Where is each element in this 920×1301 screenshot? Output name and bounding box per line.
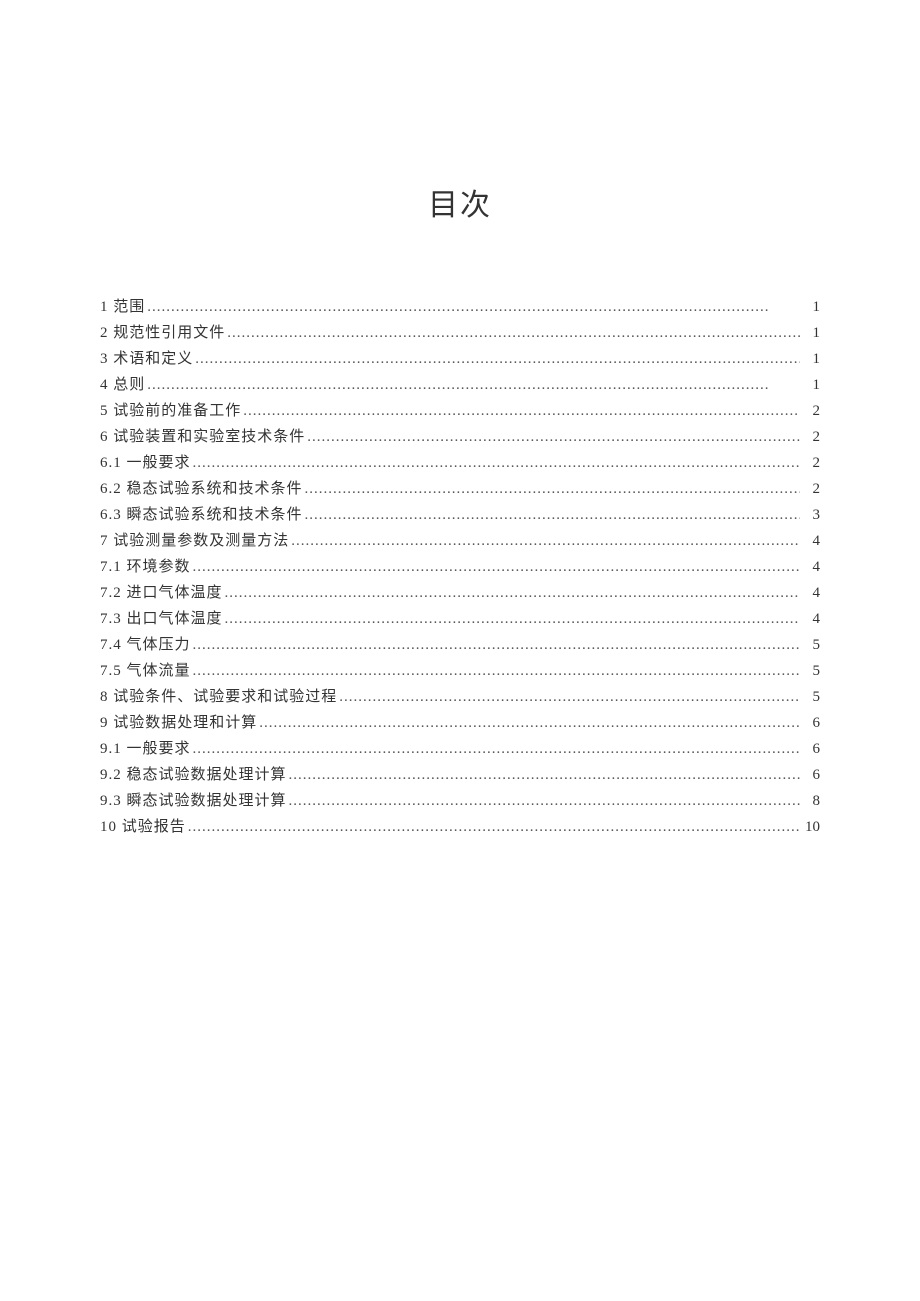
toc-entry: 7.3 出口气体温度 4 (100, 606, 820, 632)
toc-entry-page: 2 (802, 398, 820, 424)
page-title: 目次 (100, 180, 820, 224)
toc-leader-dots (225, 580, 800, 606)
toc-entry-page: 2 (802, 450, 820, 476)
toc-leader-dots (289, 762, 800, 788)
toc-leader-dots (259, 710, 800, 736)
toc-entry-page: 2 (802, 476, 820, 502)
toc-entry: 4 总则 1 (100, 372, 820, 398)
toc-entry-page: 6 (802, 736, 820, 762)
toc-leader-dots (147, 372, 800, 398)
toc-entry: 6.1 一般要求 2 (100, 450, 820, 476)
toc-entry-label: 6.3 瞬态试验系统和技术条件 (100, 502, 303, 528)
toc-entry-label: 7.2 进口气体温度 (100, 580, 223, 606)
toc-leader-dots (307, 424, 800, 450)
toc-entry: 3 术语和定义 1 (100, 346, 820, 372)
toc-entry: 7.1 环境参数 4 (100, 554, 820, 580)
toc-entry: 6 试验装置和实验室技术条件 2 (100, 424, 820, 450)
toc-entry-label: 3 术语和定义 (100, 346, 193, 372)
toc-entry-label: 6.1 一般要求 (100, 450, 191, 476)
toc-leader-dots (147, 294, 800, 320)
toc-entry: 10 试验报告 10 (100, 814, 820, 840)
toc-entry: 6.3 瞬态试验系统和技术条件 3 (100, 502, 820, 528)
toc-entry-label: 9.3 瞬态试验数据处理计算 (100, 788, 287, 814)
toc-entry-page: 1 (802, 346, 820, 372)
toc-leader-dots (193, 658, 800, 684)
toc-entry-label: 1 范围 (100, 294, 145, 320)
toc-entry-page: 5 (802, 632, 820, 658)
toc-entry: 9 试验数据处理和计算 6 (100, 710, 820, 736)
toc-entry-label: 5 试验前的准备工作 (100, 398, 241, 424)
toc-leader-dots (339, 684, 800, 710)
toc-entry-label: 10 试验报告 (100, 814, 186, 840)
toc-leader-dots (193, 554, 800, 580)
toc-entry-page: 4 (802, 606, 820, 632)
toc-entry-page: 10 (802, 814, 820, 840)
toc-leader-dots (289, 788, 800, 814)
toc-entry: 8 试验条件、试验要求和试验过程 5 (100, 684, 820, 710)
toc-entry-page: 4 (802, 528, 820, 554)
toc-entry-page: 4 (802, 554, 820, 580)
toc-entry: 9.3 瞬态试验数据处理计算 8 (100, 788, 820, 814)
toc-entry-label: 7.5 气体流量 (100, 658, 191, 684)
toc-entry-page: 5 (802, 684, 820, 710)
toc-entry-label: 9.2 稳态试验数据处理计算 (100, 762, 287, 788)
toc-entry: 2 规范性引用文件 1 (100, 320, 820, 346)
toc-leader-dots (227, 320, 800, 346)
document-page: 目次 1 范围12 规范性引用文件13 术语和定义14 总则15 试验前的准备工… (0, 0, 920, 1301)
toc-entry-page: 2 (802, 424, 820, 450)
toc-leader-dots (193, 736, 800, 762)
toc-entry-page: 6 (802, 762, 820, 788)
toc-entry-label: 6 试验装置和实验室技术条件 (100, 424, 305, 450)
toc-leader-dots (305, 476, 800, 502)
toc-entry-label: 6.2 稳态试验系统和技术条件 (100, 476, 303, 502)
toc-entry-label: 2 规范性引用文件 (100, 320, 225, 346)
toc-entry: 7.4 气体压力 5 (100, 632, 820, 658)
toc-leader-dots (243, 398, 800, 424)
toc-entry-label: 7 试验测量参数及测量方法 (100, 528, 289, 554)
toc-entry-label: 9.1 一般要求 (100, 736, 191, 762)
toc-entry: 5 试验前的准备工作 2 (100, 398, 820, 424)
toc-entry: 1 范围 1 (100, 294, 820, 320)
toc-entry: 7.5 气体流量 5 (100, 658, 820, 684)
toc-entry-page: 5 (802, 658, 820, 684)
toc-entry-label: 9 试验数据处理和计算 (100, 710, 257, 736)
toc-entry-label: 8 试验条件、试验要求和试验过程 (100, 684, 337, 710)
toc-entry-page: 4 (802, 580, 820, 606)
toc-leader-dots (305, 502, 800, 528)
toc-entry: 9.2 稳态试验数据处理计算 6 (100, 762, 820, 788)
toc-entry-page: 6 (802, 710, 820, 736)
toc-entry-page: 1 (802, 372, 820, 398)
toc-entry-page: 3 (802, 502, 820, 528)
toc-entry-label: 7.3 出口气体温度 (100, 606, 223, 632)
toc-leader-dots (195, 346, 800, 372)
toc-entry-page: 1 (802, 320, 820, 346)
toc-leader-dots (193, 450, 800, 476)
toc-entry-label: 4 总则 (100, 372, 145, 398)
toc-leader-dots (291, 528, 800, 554)
toc-entry-page: 8 (802, 788, 820, 814)
toc-leader-dots (188, 814, 800, 840)
toc-leader-dots (193, 632, 800, 658)
toc-entry-page: 1 (802, 294, 820, 320)
table-of-contents: 1 范围12 规范性引用文件13 术语和定义14 总则15 试验前的准备工作26… (100, 294, 820, 840)
toc-leader-dots (225, 606, 800, 632)
toc-entry: 9.1 一般要求 6 (100, 736, 820, 762)
toc-entry-label: 7.1 环境参数 (100, 554, 191, 580)
toc-entry: 7.2 进口气体温度 4 (100, 580, 820, 606)
toc-entry: 7 试验测量参数及测量方法 4 (100, 528, 820, 554)
toc-entry-label: 7.4 气体压力 (100, 632, 191, 658)
toc-entry: 6.2 稳态试验系统和技术条件 2 (100, 476, 820, 502)
